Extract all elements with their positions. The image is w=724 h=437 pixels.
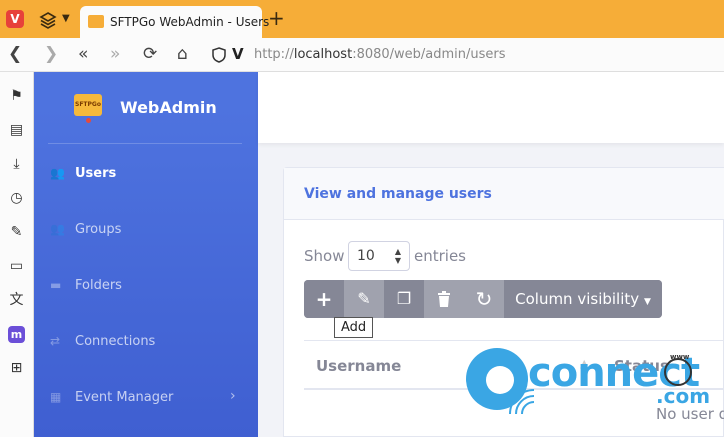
url-field[interactable]: V http://localhost:8080/web/admin/users (204, 42, 724, 68)
clone-button[interactable]: ❐ (384, 280, 424, 318)
logo-dot (86, 118, 91, 123)
mastodon-icon[interactable]: m (8, 326, 25, 343)
tab-title: SFTPGo WebAdmin - Users (110, 15, 270, 29)
show-label: Show (304, 247, 345, 265)
watermark-suffix: .com (656, 384, 711, 408)
url-text[interactable]: http://localhost:8080/web/admin/users (254, 47, 506, 62)
browser-tab-bar: V ▼ SFTPGo WebAdmin - Users + (0, 0, 724, 38)
tab-stack-icon[interactable] (38, 10, 58, 30)
bookmarks-icon[interactable]: ⚑ (8, 88, 25, 105)
sidebar-item-connections[interactable]: ⇄ Connections (50, 332, 250, 352)
add-tooltip: Add (334, 317, 374, 338)
reload-button[interactable]: ⟳ (143, 44, 157, 64)
fast-forward-button[interactable]: » (110, 44, 120, 64)
app-topbar (258, 72, 724, 143)
notes-icon[interactable]: ✎ (8, 224, 25, 241)
page-length-select[interactable]: 10 ▲ ▼ (348, 241, 410, 271)
sidebar-item-event-manager[interactable]: ▦ Event Manager › (50, 388, 250, 408)
sidebar-item-label: Connections (75, 334, 156, 349)
caret-down-icon: ▼ (643, 297, 651, 307)
sidebar-item-label: Users (75, 166, 117, 181)
folder-icon: ▬ (50, 278, 62, 292)
add-button[interactable]: + (304, 280, 344, 318)
card-header: View and manage users (284, 168, 724, 220)
clone-icon: ❐ (396, 289, 412, 308)
new-tab-button[interactable]: + (268, 8, 285, 28)
trash-icon (438, 291, 450, 307)
edit-button[interactable]: ✎ (344, 280, 384, 318)
column-visibility-label: Column visibility (515, 290, 640, 308)
users-icon: 👥 (50, 166, 65, 180)
calendar-icon: ▦ (50, 390, 62, 404)
column-header-username[interactable]: Username (316, 357, 401, 375)
exchange-icon: ⇄ (50, 334, 61, 348)
forward-button[interactable]: ❯ (44, 44, 58, 64)
rewind-button[interactable]: « (78, 44, 88, 64)
watermark-www: www (670, 353, 690, 361)
refresh-icon: ↻ (475, 287, 493, 311)
sidebar-item-label: Event Manager (75, 390, 174, 405)
browser-address-bar: ❮ ❯ « » ⟳ ⌂ V http://localhost:8080/web/… (0, 38, 724, 72)
sidebar-divider (48, 143, 242, 144)
tab-stack-chevron-icon[interactable]: ▼ (62, 13, 70, 24)
browser-side-panel: ⚑ ▤ ⤓ ◷ ✎ ▭ 文 m ⊞ (0, 72, 34, 437)
add-panel-icon[interactable]: ⊞ (8, 360, 25, 377)
plus-icon: + (315, 287, 333, 311)
vivaldi-site-icon: V (232, 45, 244, 63)
groups-icon: 👥 (50, 222, 65, 236)
window-icon[interactable]: ▭ (8, 258, 25, 275)
brand-name[interactable]: WebAdmin (120, 98, 217, 117)
translate-icon[interactable]: 文 (8, 292, 25, 309)
shield-icon[interactable] (212, 47, 226, 63)
page-length-value: 10 (357, 248, 375, 264)
pencil-icon: ✎ (357, 289, 371, 308)
back-button[interactable]: ❮ (8, 44, 22, 64)
sftpgo-logo[interactable]: SFTPGo (74, 94, 102, 116)
entries-label: entries (414, 247, 466, 265)
select-arrows-icon: ▲ ▼ (394, 247, 401, 265)
sidebar-item-folders[interactable]: ▬ Folders (50, 276, 250, 296)
app-sidebar: SFTPGo WebAdmin 👥 Users 👥 Groups ▬ Folde… (34, 72, 258, 437)
sidebar-item-groups[interactable]: 👥 Groups (50, 220, 250, 240)
history-icon[interactable]: ◷ (8, 190, 25, 207)
sidebar-item-label: Groups (75, 222, 122, 237)
delete-button[interactable] (424, 280, 464, 318)
browser-tab[interactable]: SFTPGo WebAdmin - Users (80, 6, 269, 38)
globe-icon (664, 358, 692, 386)
sidebar-item-label: Folders (75, 278, 122, 293)
table-toolbar: + ✎ ❐ ↻ Column visibility ▼ (304, 280, 662, 318)
chevron-right-icon: › (230, 388, 236, 404)
column-visibility-button[interactable]: Column visibility ▼ (504, 280, 662, 318)
sidebar-item-users[interactable]: 👥 Users (50, 164, 250, 184)
connect-watermark: connect www .com (466, 348, 710, 418)
card-title: View and manage users (304, 186, 492, 202)
vivaldi-menu-icon[interactable]: V (6, 10, 24, 28)
refresh-button[interactable]: ↻ (464, 280, 504, 318)
reader-icon[interactable]: ▤ (8, 122, 25, 139)
home-button[interactable]: ⌂ (177, 44, 188, 64)
sftpgo-favicon (88, 15, 104, 28)
downloads-icon[interactable]: ⤓ (8, 156, 25, 173)
